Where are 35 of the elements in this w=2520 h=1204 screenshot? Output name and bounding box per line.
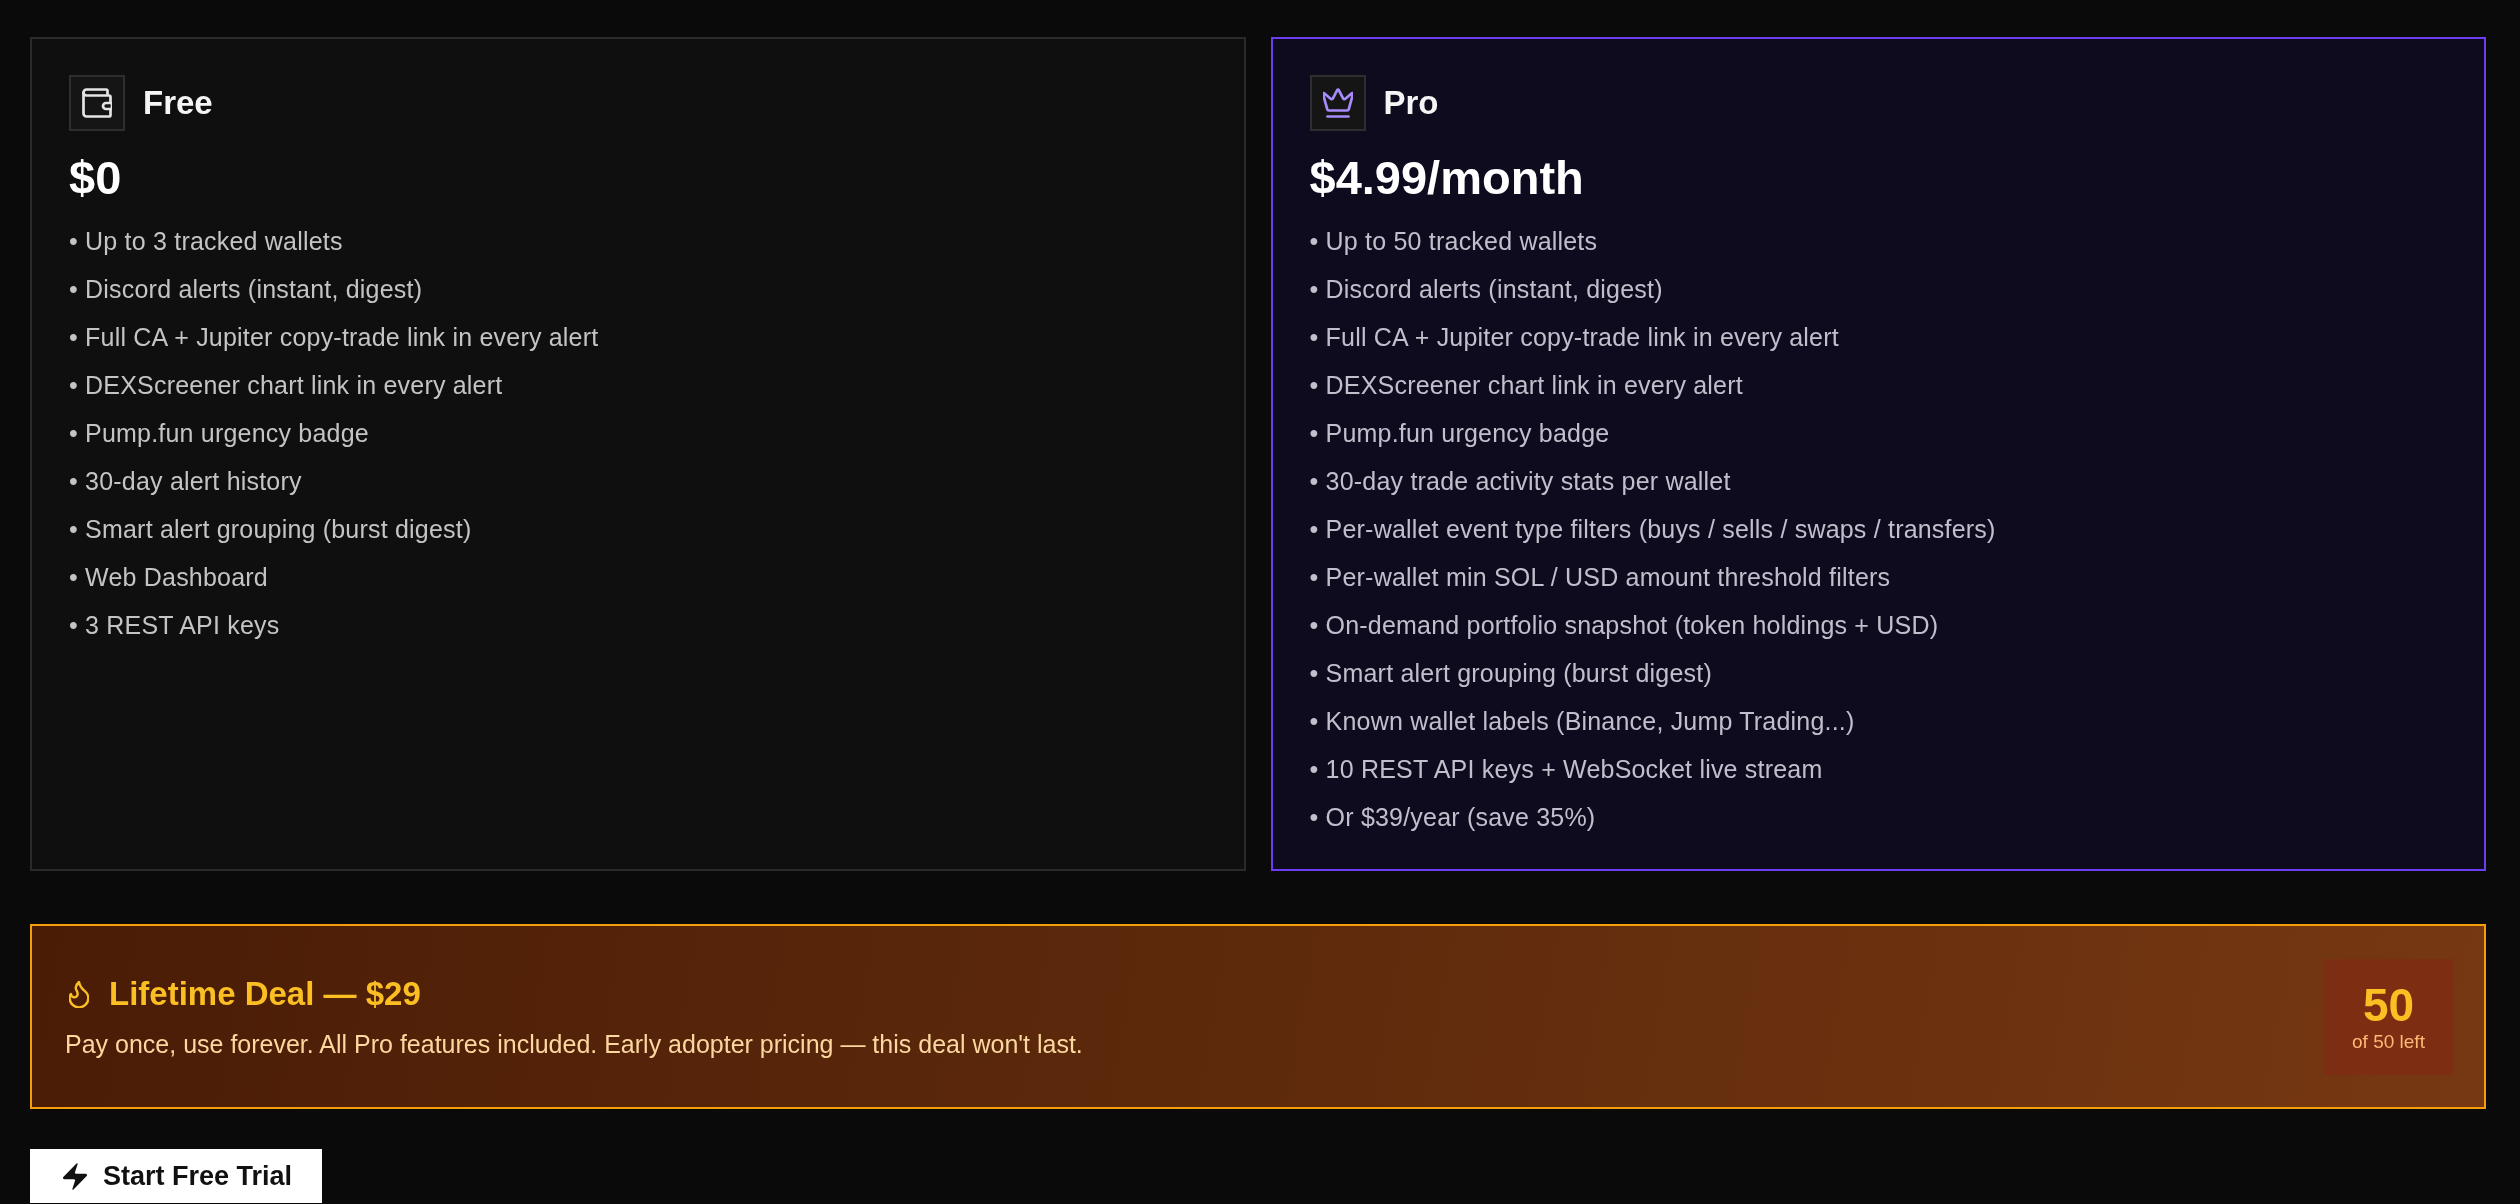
feature-item: • Pump.fun urgency badge <box>69 419 369 447</box>
feature-item: • DEXScreener chart link in every alert <box>1309 371 1743 399</box>
feature-item: • DEXScreener chart link in every alert <box>69 371 503 399</box>
start-trial-button[interactable]: Start Free Trial <box>30 1149 323 1203</box>
plan-price: $4.99/month <box>1309 153 1585 203</box>
feature-item: • Per-wallet min SOL / USD amount threshold filters <box>1309 563 1891 591</box>
spots-count: 50 <box>2362 979 2415 1030</box>
plan-price: $0 <box>69 153 123 203</box>
wallet-icon <box>69 75 125 131</box>
feature-item: • On-demand portfolio snapshot (token holdings + USD) <box>1309 611 1939 639</box>
plan-name: Pro <box>1383 84 1439 122</box>
lightning-bolt-icon <box>63 1162 87 1190</box>
feature-item: • Smart alert grouping (burst digest) <box>1309 659 1712 687</box>
deal-description: Pay once, use forever. All Pro features included. Early adopter pricing — this deal won't last. <box>65 1029 1083 1059</box>
feature-item: • Or $39/year (save 35%) <box>1309 803 1596 831</box>
deal-title: Lifetime Deal — $29 <box>109 974 421 1014</box>
feature-item: • 30-day trade activity stats per wallet <box>1309 467 1731 495</box>
feature-item: • Full CA + Jupiter copy-trade link in every alert <box>1309 323 1839 351</box>
crown-icon <box>1309 75 1366 131</box>
feature-item: • Full CA + Jupiter copy-trade link in every alert <box>69 323 599 351</box>
feature-item: • Discord alerts (instant, digest) <box>1309 275 1663 303</box>
feature-item: • Pump.fun urgency badge <box>1309 419 1610 447</box>
feature-item: • Up to 50 tracked wallets <box>1309 227 1598 255</box>
feature-item: • 3 REST API keys <box>69 611 280 639</box>
plan-name: Free <box>143 84 213 122</box>
feature-item: • 10 REST API keys + WebSocket live stream <box>1309 755 1823 783</box>
spots-caption: of 50 left <box>2352 1029 2425 1054</box>
flame-icon <box>69 980 89 1008</box>
feature-item: • Smart alert grouping (burst digest) <box>69 515 472 543</box>
feature-item: • Up to 3 tracked wallets <box>69 227 343 255</box>
feature-item: • Web Dashboard <box>69 563 268 591</box>
feature-item: • Per-wallet event type filters (buys / sells / swaps / transfers) <box>1309 515 1996 543</box>
feature-item: • Known wallet labels (Binance, Jump Trading...) <box>1309 707 1855 735</box>
feature-item: • 30-day alert history <box>69 467 302 495</box>
feature-item: • Discord alerts (instant, digest) <box>69 275 423 303</box>
